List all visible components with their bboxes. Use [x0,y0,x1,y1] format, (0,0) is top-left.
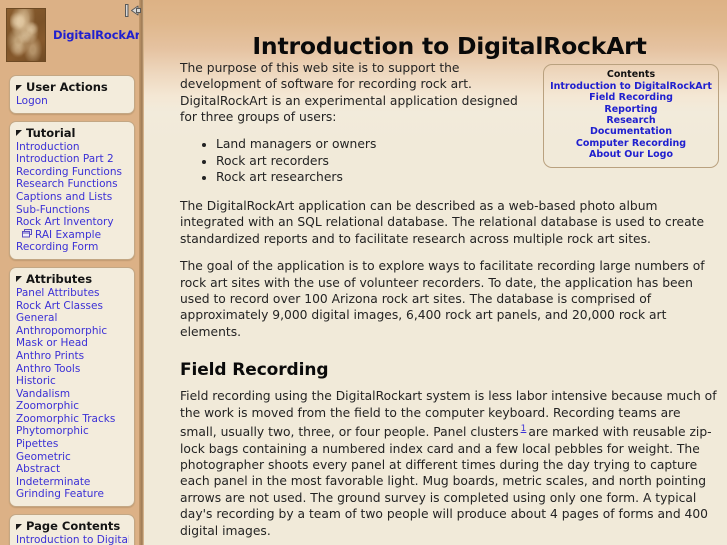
panel-header[interactable]: Page Contents [16,519,129,533]
contents-box: Contents Introduction to DigitalRockArt F… [543,63,719,168]
list-item: Rock art researchers [216,169,719,186]
field-recording-text-part2: are marked with reusable zip-lock bags c… [180,425,712,538]
brand-header: DigitalRockArt Wi [0,0,144,68]
sidebar-link-geometric[interactable]: Geometric [16,451,129,464]
sidebar-link-recording-functions[interactable]: Recording Functions [16,166,129,179]
sidebar-link-captions-and-lists[interactable]: Captions and Lists [16,191,129,204]
panel-title: Tutorial [26,125,76,140]
sidebar-link-research-functions[interactable]: Research Functions [16,178,129,191]
panel-header[interactable]: Tutorial [16,126,129,140]
sidebar-link-zoomorphic[interactable]: Zoomorphic [16,400,129,413]
sidebar-link-historic[interactable]: Historic [16,375,129,388]
contents-box-links: Introduction to DigitalRockArt Field Reco… [550,81,712,161]
panel-title: Page Contents [26,519,121,534]
sidebar-link-logon[interactable]: Logon [16,95,129,108]
panel-title: User Actions [26,80,108,94]
sidebar-panel-user-actions: User Actions Logon [9,75,135,114]
sidebar-content: DigitalRockArt Wi User ActionsLogon Tutor… [0,0,144,545]
contents-link-about-our-logo[interactable]: About Our Logo [550,149,712,160]
external-window-icon [22,228,32,242]
sidebar-panels: User Actions Logon Tutorial Introduction Int… [0,75,144,545]
sidebar-link-general[interactable]: General [16,312,129,325]
brand-title[interactable]: DigitalRockArt Wi [53,28,144,42]
sidebar-link-rock-art-classes[interactable]: Rock Art Classes [16,300,129,313]
page-title: Introduction to DigitalRockArt [252,32,647,60]
application-window: DigitalRockArt Wi User ActionsLogon Tutor… [0,0,727,545]
contents-link-research[interactable]: Research [550,115,712,126]
intro-paragraph-2: The DigitalRockArt application can be de… [180,198,705,246]
panel-title: Attributes [26,271,93,286]
contents-link-computer-recording[interactable]: Computer Recording [550,138,712,149]
sidebar-link-grinding-feature[interactable]: Grinding Feature [16,488,129,501]
sidebar-link-rock-art-inventory[interactable]: Rock Art Inventory [16,216,129,229]
sidebar-link-introduction-to-digitalrock[interactable]: Introduction to DigitalRock [16,534,129,545]
triangle-collapse-icon[interactable] [16,523,22,530]
contents-link-field-recording[interactable]: Field Recording [550,92,712,103]
sidebar-link-abstract[interactable]: Abstract [16,463,129,476]
sidebar-link-phytomorphic[interactable]: Phytomorphic [16,425,129,438]
panel-header[interactable]: User Actions [16,80,129,94]
sidebar-link-label: RAI Example [35,228,102,241]
sidebar-link-zoomorphic-tracks[interactable]: Zoomorphic Tracks [16,413,129,426]
sidebar-link-vandalism[interactable]: Vandalism [16,388,129,401]
sidebar-link-introduction-part-2[interactable]: Introduction Part 2 [16,153,129,166]
collapse-sidebar-arrow-icon[interactable] [125,2,141,17]
triangle-collapse-icon[interactable] [16,84,22,91]
content-column: Introduction to DigitalRockArt Contents … [144,0,727,545]
footnote-marker[interactable]: 1 [519,424,529,434]
sidebar-link-panel-attributes[interactable]: Panel Attributes [16,287,129,300]
main-content: Introduction to DigitalRockArt Contents … [144,0,727,545]
sidebar-link-indeterminate[interactable]: Indeterminate [16,476,129,489]
section-heading-field-recording: Field Recording [180,360,329,381]
contents-box-title: Contents [606,68,656,80]
triangle-collapse-icon[interactable] [16,276,22,283]
contents-link-documentation[interactable]: Documentation [550,126,712,137]
sidebar-link-rai-example[interactable]: RAI Example [16,228,129,242]
panel-header[interactable]: Attributes [16,272,129,286]
sidebar-link-mask-or-head[interactable]: Mask or Head [16,337,129,350]
sidebar-link-pipettes[interactable]: Pipettes [16,438,129,451]
sidebar-link-recording-form[interactable]: Recording Form [16,241,129,254]
sidebar-link-anthro-tools[interactable]: Anthro Tools [16,363,129,376]
sidebar: DigitalRockArt Wi User ActionsLogon Tutor… [0,0,144,545]
sidebar-link-anthro-prints[interactable]: Anthro Prints [16,350,129,363]
sidebar-panel-page-contents: Page ContentsIntroduction to DigitalRock… [9,514,135,545]
contents-link-introduction-to-digitalrockart[interactable]: Introduction to DigitalRockArt [550,81,712,92]
sidebar-panel-tutorial: Tutorial Introduction Introduction Part 2R… [9,120,135,260]
sidebar-link-anthropomorphic[interactable]: Anthropomorphic [16,325,129,338]
sidebar-link-sub-functions[interactable]: Sub-Functions [16,204,129,217]
triangle-collapse-icon[interactable] [16,130,22,137]
contents-link-reporting[interactable]: Reporting [550,104,712,115]
field-recording-paragraph: Field recording using the DigitalRockart… [180,388,719,539]
sidebar-panel-attributes: Attributes Panel Attributes Rock Art Class… [9,266,135,508]
intro-paragraph-3: The goal of the application is to explor… [180,259,705,339]
rock-art-petroglyph-logo[interactable] [6,8,46,62]
sidebar-link-introduction[interactable]: Introduction [16,141,129,154]
